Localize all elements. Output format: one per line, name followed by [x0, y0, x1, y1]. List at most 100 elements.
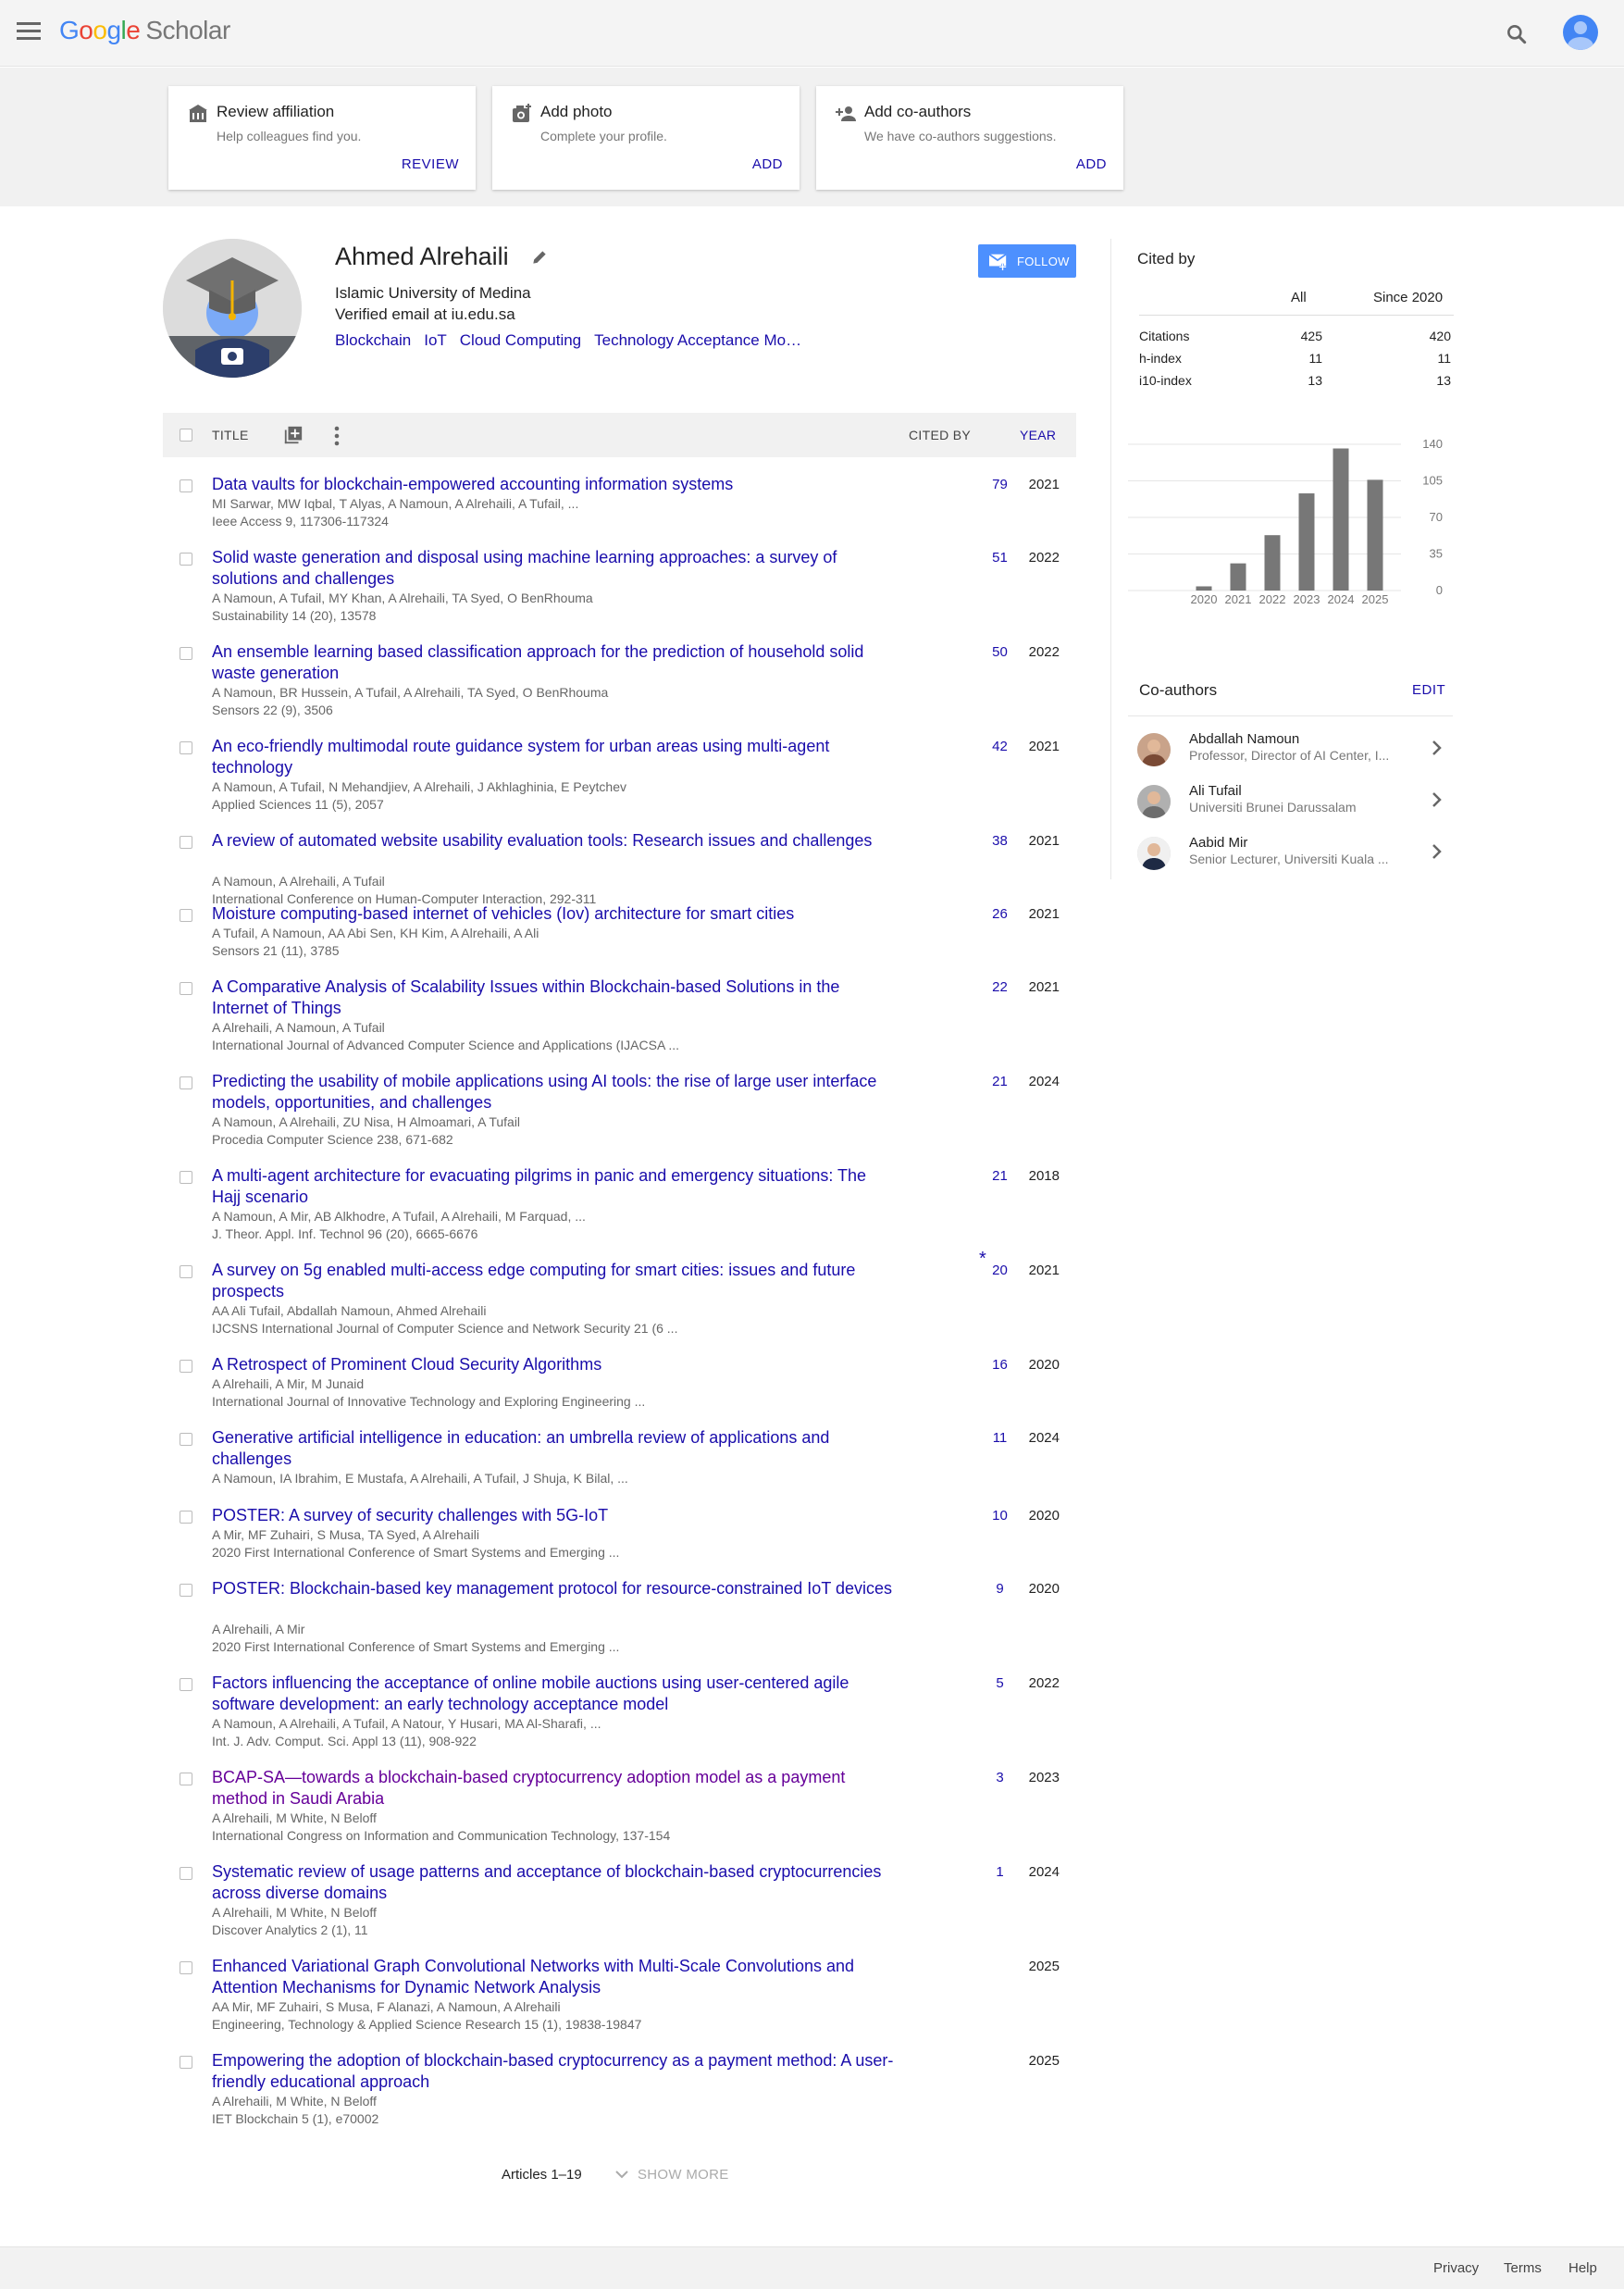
article-authors: A Namoun, A Alrehaili, A Tufail, A Natou… — [212, 1716, 601, 1731]
right-panel: Cited by All Since 2020 Citations 425 42… — [1110, 239, 1454, 879]
coauthor-avatar — [1137, 733, 1171, 766]
x-tick-label: 2024 — [1328, 592, 1355, 606]
chevron-right-icon — [1432, 792, 1442, 807]
coauthor-name: Aabid Mir — [1189, 835, 1248, 851]
article-venue: Int. J. Adv. Comput. Sci. Appl 13 (11), … — [212, 1734, 477, 1748]
article-year: 2022 — [1028, 644, 1060, 660]
article-year: 2020 — [1028, 1508, 1060, 1524]
chart-bar-2021[interactable] — [1230, 563, 1246, 591]
article-venue: International Journal of Innovative Tech… — [212, 1394, 646, 1409]
citation-row: h-index 11 11 — [1139, 351, 1451, 366]
add-coauthors-button[interactable]: ADD — [1076, 156, 1107, 172]
column-title[interactable]: TITLE — [212, 428, 249, 442]
article-venue: Procedia Computer Science 238, 671-682 — [212, 1132, 453, 1147]
privacy-link[interactable]: Privacy — [1433, 2260, 1479, 2276]
review-affiliation-card: Review affiliation Help colleagues find … — [168, 86, 476, 190]
article-venue: Ieee Access 9, 117306-117324 — [212, 514, 389, 529]
article-authors: A Alrehaili, M White, N Beloff — [212, 2094, 377, 2109]
chevron-right-icon — [1432, 844, 1442, 859]
column-year[interactable]: YEAR — [1020, 428, 1056, 442]
citation-metrics-table: All Since 2020 Citations 425 420 h-index… — [1139, 290, 1454, 395]
edit-pencil-icon[interactable] — [530, 248, 549, 267]
article-year: 2024 — [1028, 1430, 1060, 1446]
article-year: 2021 — [1028, 477, 1060, 492]
y-tick-label: 0 — [1436, 583, 1443, 597]
article-authors: A Namoun, A Alrehaili, ZU Nisa, H Almoam… — [212, 1114, 521, 1129]
profile-photo[interactable] — [163, 239, 302, 378]
coauthor-item[interactable]: Ali Tufail Universiti Brunei Darussalam — [1111, 779, 1453, 827]
column-cited-by[interactable]: CITED BY — [909, 428, 971, 442]
coauthor-affiliation: Professor, Director of AI Center, I... — [1189, 748, 1390, 763]
x-tick-label: 2022 — [1259, 592, 1286, 606]
x-tick-label: 2023 — [1294, 592, 1320, 606]
coauthor-item[interactable]: Abdallah Namoun Professor, Director of AI… — [1111, 728, 1453, 776]
more-options-icon[interactable] — [333, 426, 341, 446]
terms-link[interactable]: Terms — [1504, 2260, 1542, 2276]
article-authors: A Namoun, BR Hussein, A Tufail, A Alreha… — [212, 685, 609, 700]
cited-by-title: Cited by — [1137, 250, 1196, 267]
footer: Privacy Terms Help — [0, 2246, 1624, 2289]
select-all-checkbox[interactable] — [180, 429, 192, 442]
person-add-icon — [836, 106, 856, 121]
article-venue: IJCSNS International Journal of Computer… — [212, 1321, 678, 1336]
article-year: 2018 — [1028, 1168, 1060, 1184]
account-avatar[interactable] — [1563, 15, 1598, 50]
camera-icon — [513, 104, 531, 122]
coauthor-name: Abdallah Namoun — [1189, 731, 1300, 747]
article-venue: Sustainability 14 (20), 13578 — [212, 608, 377, 623]
chart-bar-2024[interactable] — [1333, 448, 1349, 591]
card-subtitle: Complete your profile. — [540, 129, 667, 143]
article-venue: Sensors 21 (11), 3785 — [212, 943, 340, 958]
article-authors: A Alrehaili, A Namoun, A Tufail — [212, 1020, 385, 1035]
google-scholar-logo[interactable]: Google Scholar — [59, 16, 230, 45]
article-authors: A Namoun, IA Ibrahim, E Mustafa, A Alreh… — [212, 1471, 628, 1486]
article-year: 2024 — [1028, 1074, 1060, 1089]
article-venue: J. Theor. Appl. Inf. Technol 96 (20), 66… — [212, 1226, 478, 1241]
article-venue: 2020 First International Conference of S… — [212, 1545, 620, 1560]
add-photo-button[interactable]: ADD — [752, 156, 783, 172]
article-authors: A Alrehaili, M White, N Beloff — [212, 1810, 377, 1825]
add-to-library-icon[interactable] — [283, 425, 304, 445]
chart-bar-2023[interactable] — [1298, 493, 1315, 591]
article-authors: A Namoun, A Alrehaili, A Tufail — [212, 874, 385, 889]
interest-link[interactable]: Cloud Computing — [460, 331, 581, 349]
article-authors: A Namoun, A Tufail, N Mehandjiev, A Alre… — [212, 779, 626, 794]
x-tick-label: 2021 — [1225, 592, 1252, 606]
chart-bar-2022[interactable] — [1264, 535, 1281, 591]
follow-button[interactable]: FOLLOW — [978, 244, 1076, 278]
article-year: 2022 — [1028, 550, 1060, 566]
article-authors: A Alrehaili, A Mir — [212, 1622, 305, 1636]
show-more-button[interactable]: SHOW MORE — [615, 2167, 729, 2183]
menu-icon[interactable] — [17, 22, 41, 43]
article-year: 2025 — [1028, 1959, 1060, 1974]
profile-interests: Blockchain IoT Cloud Computing Technology A… — [335, 331, 814, 350]
citation-row: i10-index 13 13 — [1139, 373, 1451, 388]
chart-bar-2025[interactable] — [1367, 479, 1383, 591]
chevron-down-icon — [615, 2171, 628, 2179]
y-tick-label: 70 — [1430, 510, 1443, 524]
chart-bar-2020[interactable] — [1196, 586, 1212, 591]
article-venue: 2020 First International Conference of S… — [212, 1639, 620, 1654]
article-venue: International Journal of Advanced Comput… — [212, 1038, 680, 1052]
edit-coauthors-button[interactable]: EDIT — [1412, 682, 1445, 698]
interest-link[interactable]: IoT — [424, 331, 447, 349]
x-tick-label: 2025 — [1362, 592, 1389, 606]
search-icon[interactable] — [1505, 22, 1529, 46]
article-year: 2022 — [1028, 1675, 1060, 1691]
article-year: 2021 — [1028, 833, 1060, 849]
article-authors: AA Mir, MF Zuhairi, S Musa, F Alanazi, A… — [212, 1999, 561, 2014]
interest-link[interactable]: Blockchain — [335, 331, 411, 349]
article-year: 2023 — [1028, 1770, 1060, 1785]
card-title: Add photo — [540, 103, 613, 120]
add-coauthors-card: Add co-authors We have co-authors sugges… — [816, 86, 1123, 190]
article-authors: A Tufail, A Namoun, AA Abi Sen, KH Kim, … — [212, 926, 539, 940]
article-year: 2021 — [1028, 1263, 1060, 1278]
coauthor-item[interactable]: Aabid Mir Senior Lecturer, Universiti Kua… — [1111, 831, 1453, 879]
article-year: 2021 — [1028, 979, 1060, 995]
article-venue: IET Blockchain 5 (1), e70002 — [212, 2111, 379, 2126]
interest-link[interactable]: Technology Acceptance Mo… — [594, 331, 801, 349]
article-venue: Engineering, Technology & Applied Scienc… — [212, 2017, 642, 2032]
review-button[interactable]: REVIEW — [402, 156, 459, 172]
citation-row: Citations 425 420 — [1139, 329, 1451, 343]
help-link[interactable]: Help — [1568, 2260, 1597, 2276]
